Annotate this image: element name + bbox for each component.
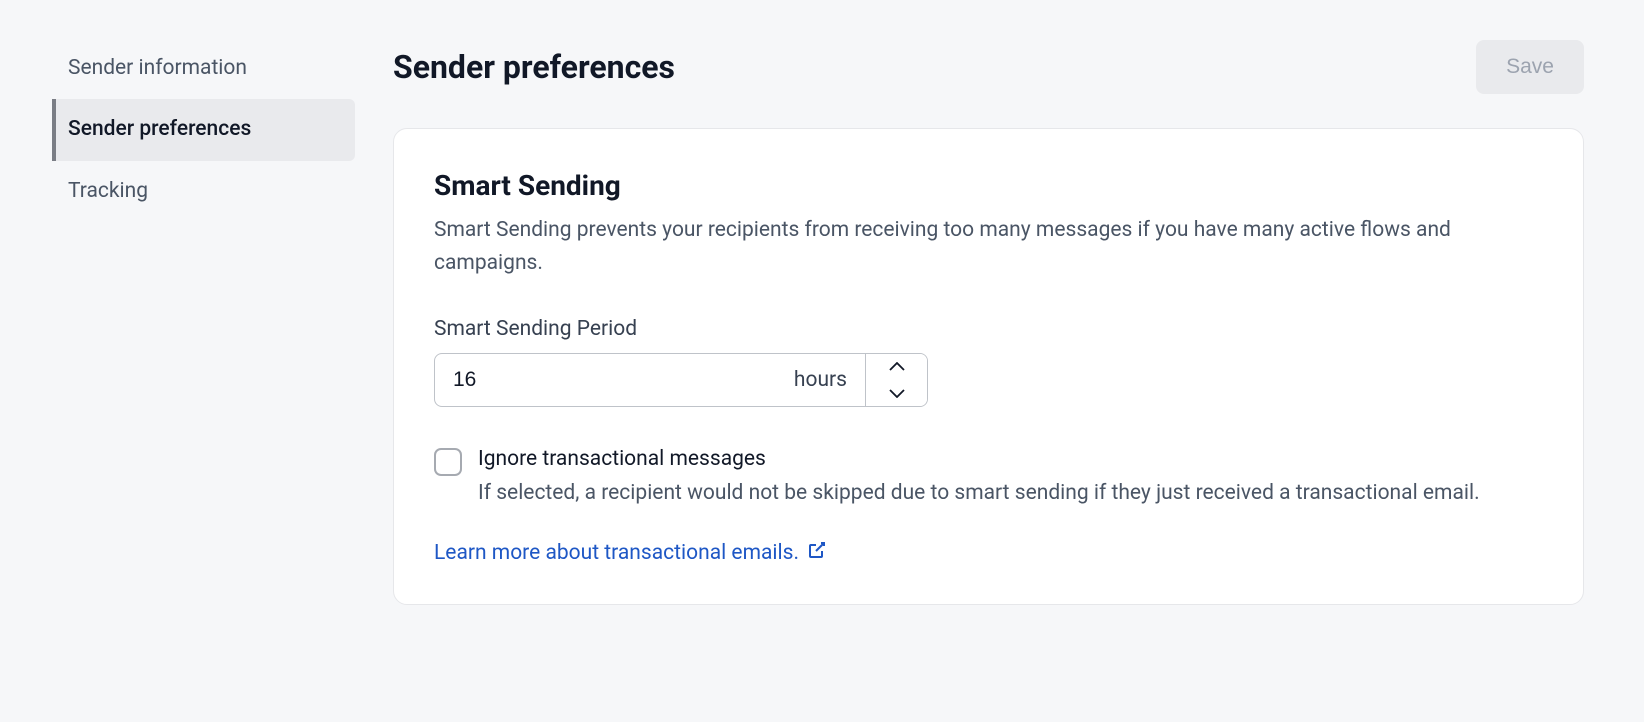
ignore-transactional-label: Ignore transactional messages bbox=[478, 447, 1543, 471]
smart-sending-description: Smart Sending prevents your recipients f… bbox=[434, 214, 1543, 279]
period-input[interactable] bbox=[453, 368, 533, 392]
sidebar-item-label: Sender preferences bbox=[68, 117, 251, 141]
learn-more-text: Learn more about transactional emails. bbox=[434, 541, 799, 565]
smart-sending-title: Smart Sending bbox=[434, 169, 1543, 202]
ignore-transactional-row: Ignore transactional messages If selecte… bbox=[434, 447, 1543, 510]
external-link-icon bbox=[807, 540, 827, 566]
period-input-wrap: hours bbox=[435, 354, 865, 406]
chevron-down-icon bbox=[889, 386, 905, 401]
ignore-transactional-checkbox[interactable] bbox=[434, 448, 462, 476]
sidebar-item-sender-preferences[interactable]: Sender preferences bbox=[52, 99, 355, 160]
main: Sender preferences Save Smart Sending Sm… bbox=[355, 0, 1644, 722]
sidebar-item-tracking[interactable]: Tracking bbox=[52, 161, 355, 222]
sidebar: Sender information Sender preferences Tr… bbox=[0, 0, 355, 722]
page-title: Sender preferences bbox=[393, 48, 675, 86]
stepper-down-button[interactable] bbox=[866, 380, 927, 406]
main-header: Sender preferences Save bbox=[393, 40, 1584, 94]
sidebar-item-label: Sender information bbox=[68, 56, 247, 80]
period-stepper: hours bbox=[434, 353, 928, 407]
sidebar-item-label: Tracking bbox=[68, 179, 148, 203]
learn-more-link[interactable]: Learn more about transactional emails. bbox=[434, 540, 827, 566]
smart-sending-card: Smart Sending Smart Sending prevents you… bbox=[393, 128, 1584, 605]
ignore-transactional-text: Ignore transactional messages If selecte… bbox=[478, 447, 1543, 510]
sidebar-item-sender-information[interactable]: Sender information bbox=[52, 38, 355, 99]
save-button[interactable]: Save bbox=[1476, 40, 1584, 94]
smart-sending-period-label: Smart Sending Period bbox=[434, 317, 1543, 341]
period-unit: hours bbox=[794, 368, 847, 392]
stepper-up-button[interactable] bbox=[866, 354, 927, 380]
chevron-up-icon bbox=[889, 360, 905, 375]
ignore-transactional-description: If selected, a recipient would not be sk… bbox=[478, 477, 1543, 510]
stepper-controls bbox=[865, 354, 927, 406]
